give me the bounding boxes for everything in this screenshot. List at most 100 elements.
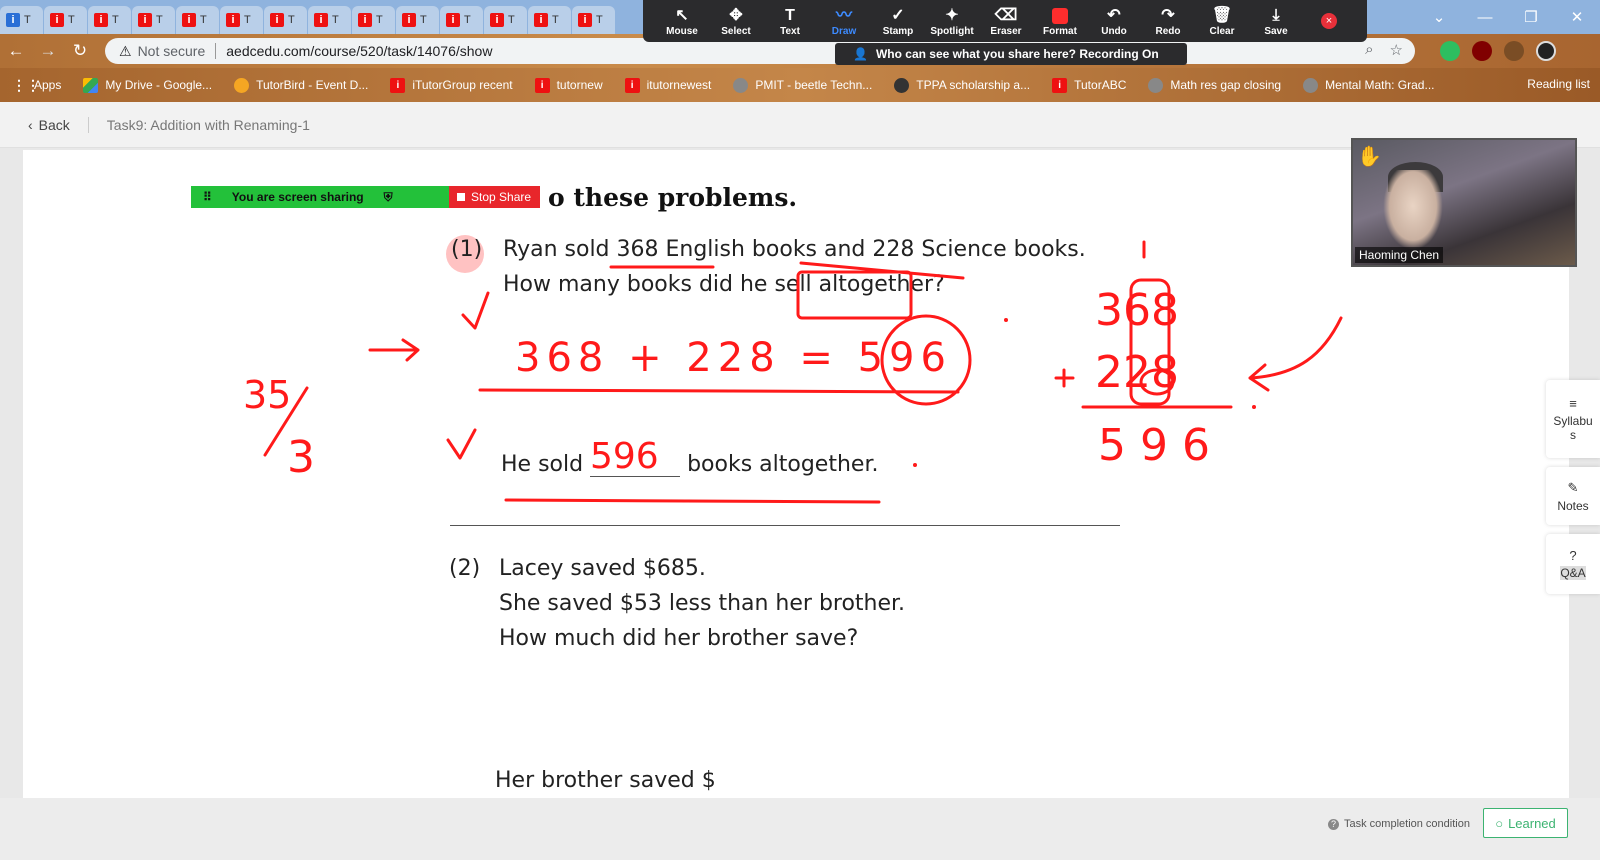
bookmark-item[interactable]: My Drive - Google... (83, 77, 212, 93)
header-divider (87, 116, 89, 133)
participant-video[interactable]: ✋ Haoming Chen (1351, 138, 1577, 267)
browser-tab[interactable]: iT (132, 6, 175, 34)
ublock-extension-icon[interactable] (1472, 41, 1492, 61)
reading-list-button[interactable]: Reading list (1527, 77, 1590, 91)
zoom-tool-undo[interactable]: ↶ Undo (1087, 6, 1141, 37)
zoom-tool-format[interactable]: Format (1033, 6, 1087, 37)
bookmark-item[interactable]: Math res gap closing (1148, 77, 1282, 93)
zoom-tool-redo[interactable]: ↷ Redo (1141, 6, 1195, 37)
browser-tab[interactable]: iT (176, 6, 219, 34)
question-2-answer-partial: Her brother saved $ (495, 768, 716, 793)
zoom-tool-label: Format (1043, 25, 1077, 37)
raised-hand-icon: ✋ (1357, 146, 1382, 168)
restore-button[interactable]: ❐ (1508, 0, 1554, 34)
zoom-tool-select[interactable]: ✥ Select (709, 6, 763, 37)
bookmark-label: Apps (34, 78, 62, 92)
tutorbird-icon (234, 77, 250, 93)
learned-button[interactable]: ○ Learned (1483, 808, 1568, 838)
bookmark-item[interactable]: TPPA scholarship a... (894, 77, 1031, 93)
mouse-icon: ↖ (675, 6, 689, 24)
select-icon: ✥ (729, 6, 743, 24)
browser-tab[interactable]: iT (352, 6, 395, 34)
bookmark-item[interactable]: i tutornew (534, 77, 603, 93)
reload-icon[interactable]: ↻ (64, 41, 96, 61)
itutor-favicon-icon: i (314, 13, 328, 27)
bookmark-label: TPPA scholarship a... (916, 78, 1031, 92)
browser-tab[interactable]: iT (220, 6, 263, 34)
sharing-status[interactable]: ⠿ You are screen sharing ⛨ (191, 186, 449, 208)
browser-tab[interactable]: iT (0, 6, 43, 34)
browser-tab[interactable]: iT (484, 6, 527, 34)
zoom-icon[interactable]: ⌕ (1365, 41, 1373, 59)
bookmark-item[interactable]: i iTutorGroup recent (390, 77, 513, 93)
back-nav-icon[interactable]: ← (0, 41, 32, 61)
zoom-tool-eraser[interactable]: ⌫ Eraser (979, 6, 1033, 37)
notes-label: Notes (1557, 498, 1589, 513)
apps-grid-icon: ⋮⋮ (12, 76, 40, 93)
browser-tab[interactable]: iT (308, 6, 351, 34)
browser-tab[interactable]: iT (264, 6, 307, 34)
bookmarks-bar: ⋮⋮ Apps My Drive - Google... TutorBird - Ev… (0, 68, 1600, 102)
bookmark-label: Math res gap closing (1170, 78, 1282, 92)
browser-tab[interactable]: iT (44, 6, 87, 34)
bookmark-item[interactable]: ⋮⋮ Apps (12, 76, 62, 93)
zoom-tool-text[interactable]: T Text (763, 6, 817, 37)
zoom-tool-stamp[interactable]: ✓ Stamp (871, 6, 925, 37)
profile-avatar[interactable] (1536, 41, 1556, 61)
menu-icon: ≡ (1569, 396, 1577, 411)
itutor-favicon-icon: i (226, 13, 240, 27)
answer-prefix: He sold (501, 452, 584, 477)
qa-label: Q&A (1560, 566, 1586, 580)
screen-sharing-bar[interactable]: ⠿ You are screen sharing ⛨ Stop Share (191, 186, 540, 208)
bookmark-item[interactable]: i TutorABC (1052, 77, 1126, 93)
question-1-line-1: Ryan sold 368 English books and 228 Scie… (503, 237, 1086, 262)
bookmark-item[interactable]: Mental Math: Grad... (1303, 77, 1435, 93)
syllabus-label: Syllabus (1553, 414, 1593, 442)
evernote-extension-icon[interactable] (1440, 41, 1460, 61)
browser-tab[interactable]: iT (528, 6, 571, 34)
stop-share-button[interactable]: Stop Share (449, 186, 540, 208)
bookmark-item[interactable]: i itutornewest (624, 77, 711, 93)
zoom-tool-save[interactable]: ⤓ Save (1249, 6, 1303, 37)
zoom-tool-clear[interactable]: 🗑 Clear (1195, 6, 1249, 37)
qa-button[interactable]: ? Q&A (1546, 534, 1600, 594)
bookmark-star-icon[interactable]: ☆ (1390, 41, 1403, 59)
browser-tab[interactable]: iT (440, 6, 483, 34)
extensions-puzzle-icon[interactable] (1504, 41, 1524, 61)
close-annotation-icon[interactable]: × (1321, 13, 1337, 29)
browser-tab[interactable]: iT (88, 6, 131, 34)
globe-icon (1148, 77, 1164, 93)
drag-handle-icon[interactable]: ⠿ (203, 190, 212, 204)
task-condition[interactable]: ? Task completion condition (1328, 818, 1470, 830)
eraser-icon: ⌫ (994, 6, 1018, 24)
close-window-button[interactable]: ✕ (1554, 0, 1600, 34)
tab-title: T (332, 14, 339, 26)
browser-tab[interactable]: iT (396, 6, 439, 34)
shield-icon: ⛨ (383, 189, 393, 204)
zoom-tool-mouse[interactable]: ↖ Mouse (655, 6, 709, 37)
zoom-tool-label: Text (780, 25, 800, 37)
forward-nav-icon[interactable]: → (32, 41, 64, 61)
browser-tab[interactable]: iT (572, 6, 615, 34)
notes-button[interactable]: ✎ Notes (1546, 467, 1600, 525)
undo-icon: ↶ (1107, 6, 1121, 24)
ink-dot (1004, 318, 1008, 322)
zoom-tool-draw[interactable]: 〰 Draw (817, 6, 871, 37)
bookmark-label: PMIT - beetle Techn... (755, 78, 873, 92)
security-label: Not secure (137, 43, 206, 59)
tab-title: T (156, 14, 163, 26)
zoom-tool-label: Select (721, 25, 751, 37)
warning-icon: ⚠ (119, 42, 132, 59)
bookmark-item[interactable]: TutorBird - Event D... (234, 77, 368, 93)
draw-icon: 〰 (835, 6, 852, 24)
ink-dot (913, 463, 917, 467)
recording-banner[interactable]: 👤 Who can see what you share here? Recor… (835, 43, 1187, 65)
zoom-tool-spotlight[interactable]: ✦ Spotlight (925, 6, 979, 37)
syllabus-button[interactable]: ≡ Syllabus (1546, 380, 1600, 458)
itutor-icon: i (1052, 77, 1068, 93)
tab-search-button[interactable]: ⌄ (1416, 0, 1462, 34)
back-button[interactable]: ‹ Back (28, 117, 70, 133)
minimize-button[interactable]: — (1462, 0, 1508, 34)
bookmark-item[interactable]: PMIT - beetle Techn... (733, 77, 873, 93)
circle-icon: ○ (1495, 815, 1504, 831)
